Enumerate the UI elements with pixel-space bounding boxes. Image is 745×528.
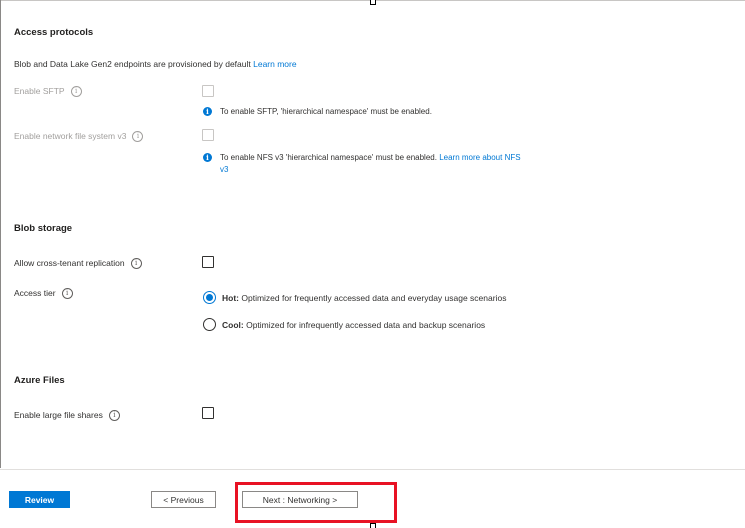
cross-tenant-label: Allow cross-tenant replication (14, 258, 125, 268)
info-filled-icon: i (203, 153, 212, 162)
highlight-annotation (235, 482, 397, 523)
nfs-note: To enable NFS v3 'hierarchical namespace… (220, 152, 560, 176)
learn-more-link[interactable]: Learn more (253, 59, 296, 69)
nfs-learn-more-link[interactable]: Learn more about NFS (439, 153, 520, 162)
access-tier-label: Access tier (14, 288, 56, 298)
info-icon[interactable]: i (70, 86, 82, 98)
large-file-shares-checkbox[interactable] (202, 407, 214, 419)
nfs-note-text: To enable NFS v3 'hierarchical namespace… (220, 153, 437, 162)
sftp-note: To enable SFTP, 'hierarchical namespace'… (220, 107, 432, 116)
footer-divider (0, 469, 745, 470)
left-border (0, 0, 1, 468)
review-button[interactable]: Review (9, 491, 70, 508)
large-file-shares-label: Enable large file shares (14, 410, 103, 420)
info-icon[interactable]: i (108, 410, 120, 422)
nfs-label: Enable network file system v3 (14, 131, 127, 141)
enable-nfs-checkbox[interactable] (202, 129, 214, 141)
access-protocols-description: Blob and Data Lake Gen2 endpoints are pr… (14, 59, 297, 69)
hot-tier-label: Hot: (222, 293, 239, 303)
cool-tier-label: Cool: (222, 320, 244, 330)
resize-handle-top[interactable] (370, 0, 376, 5)
large-file-shares-label-row: Enable large file shares i (14, 410, 120, 422)
hot-tier-description: Optimized for frequently accessed data a… (241, 293, 507, 303)
info-icon[interactable]: i (130, 258, 142, 270)
cross-tenant-replication-checkbox[interactable] (202, 256, 214, 268)
cross-tenant-label-row: Allow cross-tenant replication i (14, 258, 142, 270)
section-title-blob-storage: Blob storage (14, 223, 73, 234)
hot-tier-label-row[interactable]: Hot: Optimized for frequently accessed d… (222, 293, 506, 303)
info-icon[interactable]: i (132, 131, 144, 143)
hot-tier-radio[interactable] (203, 291, 216, 304)
section-title-azure-files: Azure Files (14, 375, 65, 386)
cool-tier-label-row[interactable]: Cool: Optimized for infrequently accesse… (222, 320, 485, 330)
previous-button[interactable]: < Previous (151, 491, 216, 508)
section-title-access-protocols: Access protocols (14, 27, 94, 38)
info-filled-icon: i (203, 107, 212, 116)
nfs-label-row: Enable network file system v3 i (14, 131, 144, 143)
sftp-label: Enable SFTP (14, 86, 65, 96)
info-icon[interactable]: i (61, 288, 73, 300)
resize-handle-bottom[interactable] (370, 523, 376, 528)
nfs-learn-more-link-cont[interactable]: v3 (220, 165, 228, 174)
sftp-label-row: Enable SFTP i (14, 86, 82, 98)
enable-sftp-checkbox[interactable] (202, 85, 214, 97)
cool-tier-description: Optimized for infrequently accessed data… (246, 320, 486, 330)
access-tier-label-row: Access tier i (14, 288, 73, 300)
description-text: Blob and Data Lake Gen2 endpoints are pr… (14, 59, 251, 69)
cool-tier-radio[interactable] (203, 318, 216, 331)
